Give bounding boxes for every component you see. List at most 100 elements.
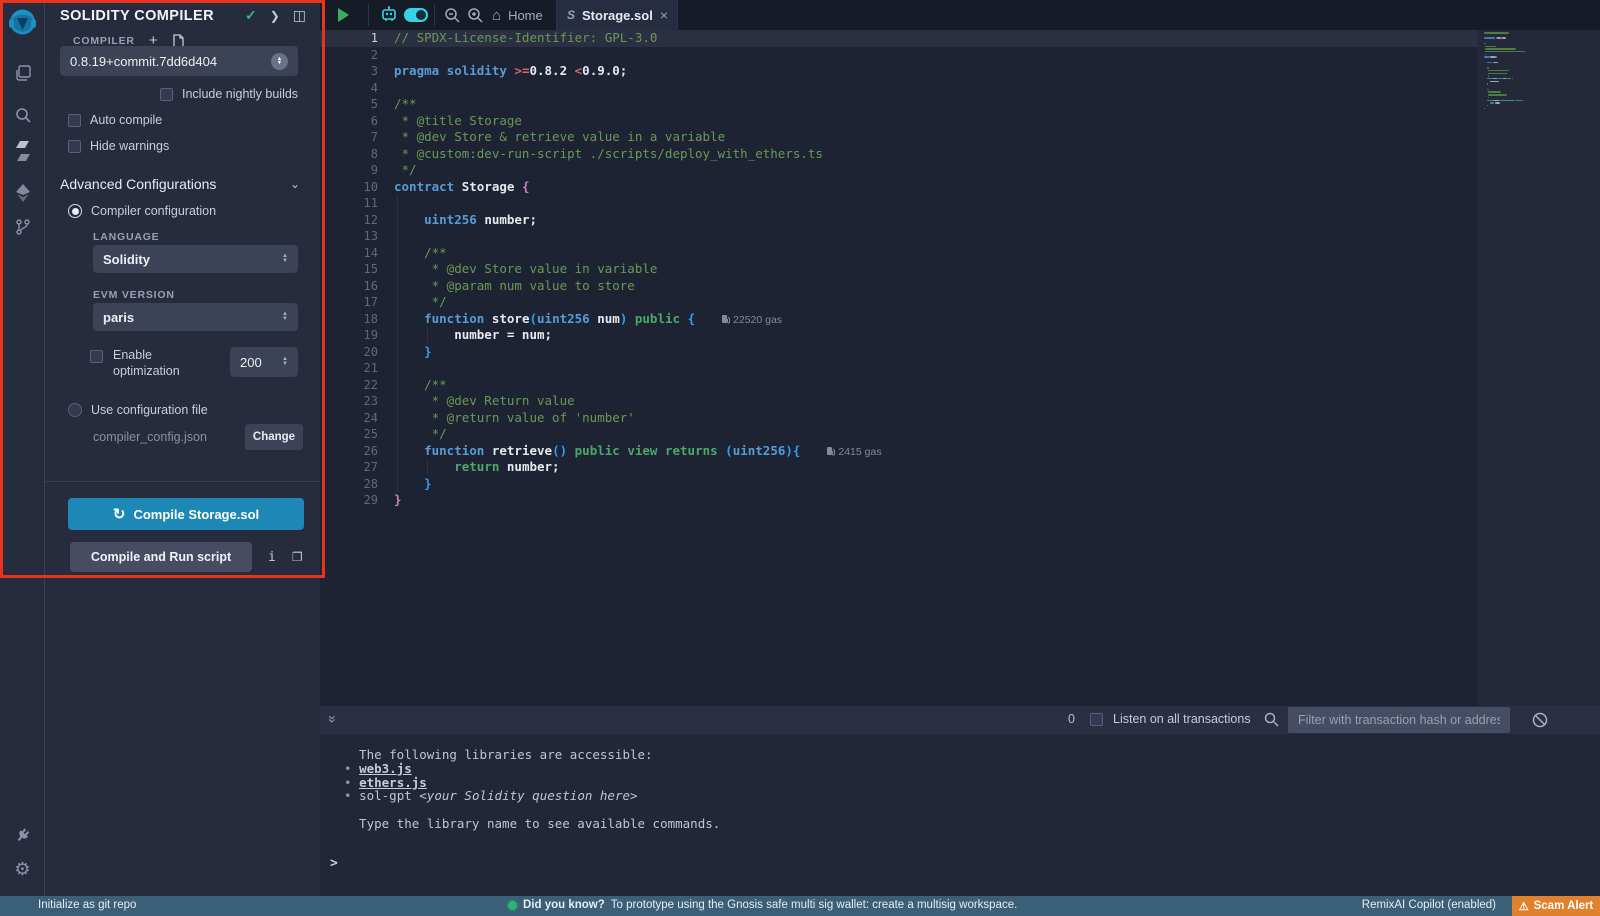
listen-transactions-checkbox[interactable] <box>1090 713 1103 726</box>
code-token: num <box>590 311 620 326</box>
use-configuration-file-radio[interactable] <box>68 403 82 417</box>
git-init-button[interactable]: Initialize as git repo <box>38 899 136 911</box>
tab-storage-sol[interactable]: S Storage.sol × <box>556 0 678 30</box>
compile-and-run-button[interactable]: Compile and Run script <box>70 542 252 572</box>
select-arrows-icon: ▲▼ <box>282 312 288 322</box>
settings-gear-icon[interactable]: ⚙ <box>0 856 45 882</box>
gas-estimate-badge: 22520 gas <box>721 314 782 326</box>
solidity-compiler-icon[interactable] <box>0 138 45 164</box>
info-icon[interactable]: i <box>268 550 276 565</box>
code-token: pragma solidity <box>394 63 514 78</box>
code-token: public view returns <box>575 443 726 458</box>
minimap-line <box>1484 108 1485 110</box>
deploy-run-icon[interactable] <box>0 180 45 206</box>
tip-title: Did you know? <box>523 899 605 911</box>
clear-console-icon[interactable] <box>1532 712 1548 728</box>
gas-pump-icon <box>826 446 835 456</box>
code-line <box>394 80 882 97</box>
git-icon[interactable] <box>0 214 45 240</box>
line-number: 28 <box>320 476 378 493</box>
code-editor[interactable]: 1234567891011121314151617181920212223242… <box>320 30 1600 706</box>
compile-button[interactable]: ↻ Compile Storage.sol <box>68 498 304 530</box>
language-label: LANGUAGE <box>93 231 159 243</box>
compiler-configuration-label: Compiler configuration <box>91 204 216 218</box>
terminal-prompt[interactable]: > <box>330 856 338 871</box>
plugin-manager-icon[interactable] <box>0 822 45 848</box>
editor-topbar: ⌂ Home S Storage.sol × <box>320 0 1600 30</box>
line-number: 19 <box>320 327 378 344</box>
minimap-line <box>1496 56 1497 58</box>
scam-alert-button[interactable]: ⚠ Scam Alert <box>1512 896 1600 916</box>
compiler-configuration-radio[interactable] <box>68 204 82 218</box>
code-line: pragma solidity >=0.8.2 <0.9.0; <box>394 63 882 80</box>
home-tab-label: Home <box>508 8 543 23</box>
code-token: 0.9.0; <box>582 63 627 78</box>
terminal-line <box>344 803 720 817</box>
scam-alert-label: Scam Alert <box>1534 900 1594 912</box>
file-explorer-icon[interactable] <box>0 60 45 86</box>
tab-home[interactable]: ⌂ Home <box>492 0 543 30</box>
line-number: 6 <box>320 113 378 130</box>
copy-icon[interactable]: ❐ <box>292 550 303 564</box>
panel-title: SOLIDITY COMPILER <box>60 8 214 24</box>
indent-guide <box>427 327 428 343</box>
transaction-filter-input[interactable] <box>1288 707 1510 733</box>
ai-copilot-button[interactable] <box>379 0 399 30</box>
minimap-line <box>1488 97 1489 99</box>
close-tab-icon[interactable]: × <box>660 7 668 23</box>
line-number: 17 <box>320 294 378 311</box>
evm-version-select[interactable]: paris ▲▼ <box>93 303 298 331</box>
collapse-terminal-icon[interactable]: » <box>325 715 341 721</box>
run-script-button[interactable] <box>338 0 349 30</box>
line-number: 9 <box>320 162 378 179</box>
line-number: 14 <box>320 245 378 262</box>
code-line: * @param num value to store <box>394 278 882 295</box>
terminal[interactable]: The following libraries are accessible:•… <box>320 734 1600 896</box>
version-stepper-icon: ▲▼ <box>271 53 288 70</box>
code-line: * @title Storage <box>394 113 882 130</box>
code-token: { <box>522 179 530 194</box>
pin-panel-icon[interactable]: ◫ <box>293 7 306 24</box>
zoom-in-button[interactable] <box>467 0 484 30</box>
terminal-library-link[interactable]: web3.js <box>359 761 412 776</box>
code-token: function <box>424 311 492 326</box>
hide-warnings-checkbox[interactable] <box>68 140 81 153</box>
zoom-out-button[interactable] <box>444 0 461 30</box>
advanced-configurations-toggle[interactable]: Advanced Configurations ⌄ <box>60 176 300 192</box>
active-tab-label: Storage.sol <box>582 8 653 23</box>
code-token: */ <box>394 294 447 309</box>
nightly-builds-checkbox[interactable] <box>160 88 173 101</box>
auto-compile-label: Auto compile <box>90 113 162 127</box>
code-token: return <box>454 459 499 474</box>
minimap-line <box>1484 37 1495 39</box>
code-token: * @dev Store value in variable <box>394 261 657 276</box>
code-token: * @return value of 'number' <box>394 410 635 425</box>
line-number: 27 <box>320 459 378 476</box>
evm-version-label: EVM VERSION <box>93 289 175 301</box>
optimization-runs-input[interactable]: 200 ▲▼ <box>230 347 298 377</box>
line-number: 7 <box>320 129 378 146</box>
code-line: uint256 number; <box>394 212 882 229</box>
icon-sidebar: ⚙ <box>0 0 45 896</box>
code-token: // SPDX-License-Identifier: GPL-3.0 <box>394 30 657 45</box>
language-select[interactable]: Solidity ▲▼ <box>93 245 298 273</box>
terminal-search-icon[interactable] <box>1264 712 1279 727</box>
search-icon[interactable] <box>0 102 45 128</box>
enable-optimization-checkbox[interactable] <box>90 350 103 363</box>
robot-icon <box>379 6 399 24</box>
code-token: retrieve <box>492 443 552 458</box>
terminal-library-link[interactable]: ethers.js <box>359 775 427 790</box>
code-token: Storage <box>462 179 522 194</box>
change-config-button[interactable]: Change <box>245 424 303 450</box>
chevron-right-icon[interactable]: ❯ <box>270 9 280 23</box>
code-token: { <box>688 311 696 326</box>
code-line: */ <box>394 294 882 311</box>
minimap[interactable] <box>1482 32 1592 152</box>
auto-compile-checkbox[interactable] <box>68 114 81 127</box>
compiler-version-select[interactable]: 0.8.19+commit.7dd6d404 ▲▼ <box>60 46 298 76</box>
line-number: 10 <box>320 179 378 196</box>
remix-logo-icon[interactable] <box>7 8 38 39</box>
evm-version-value: paris <box>103 310 282 325</box>
copilot-toggle[interactable] <box>404 0 428 30</box>
zoom-in-icon <box>467 7 484 24</box>
